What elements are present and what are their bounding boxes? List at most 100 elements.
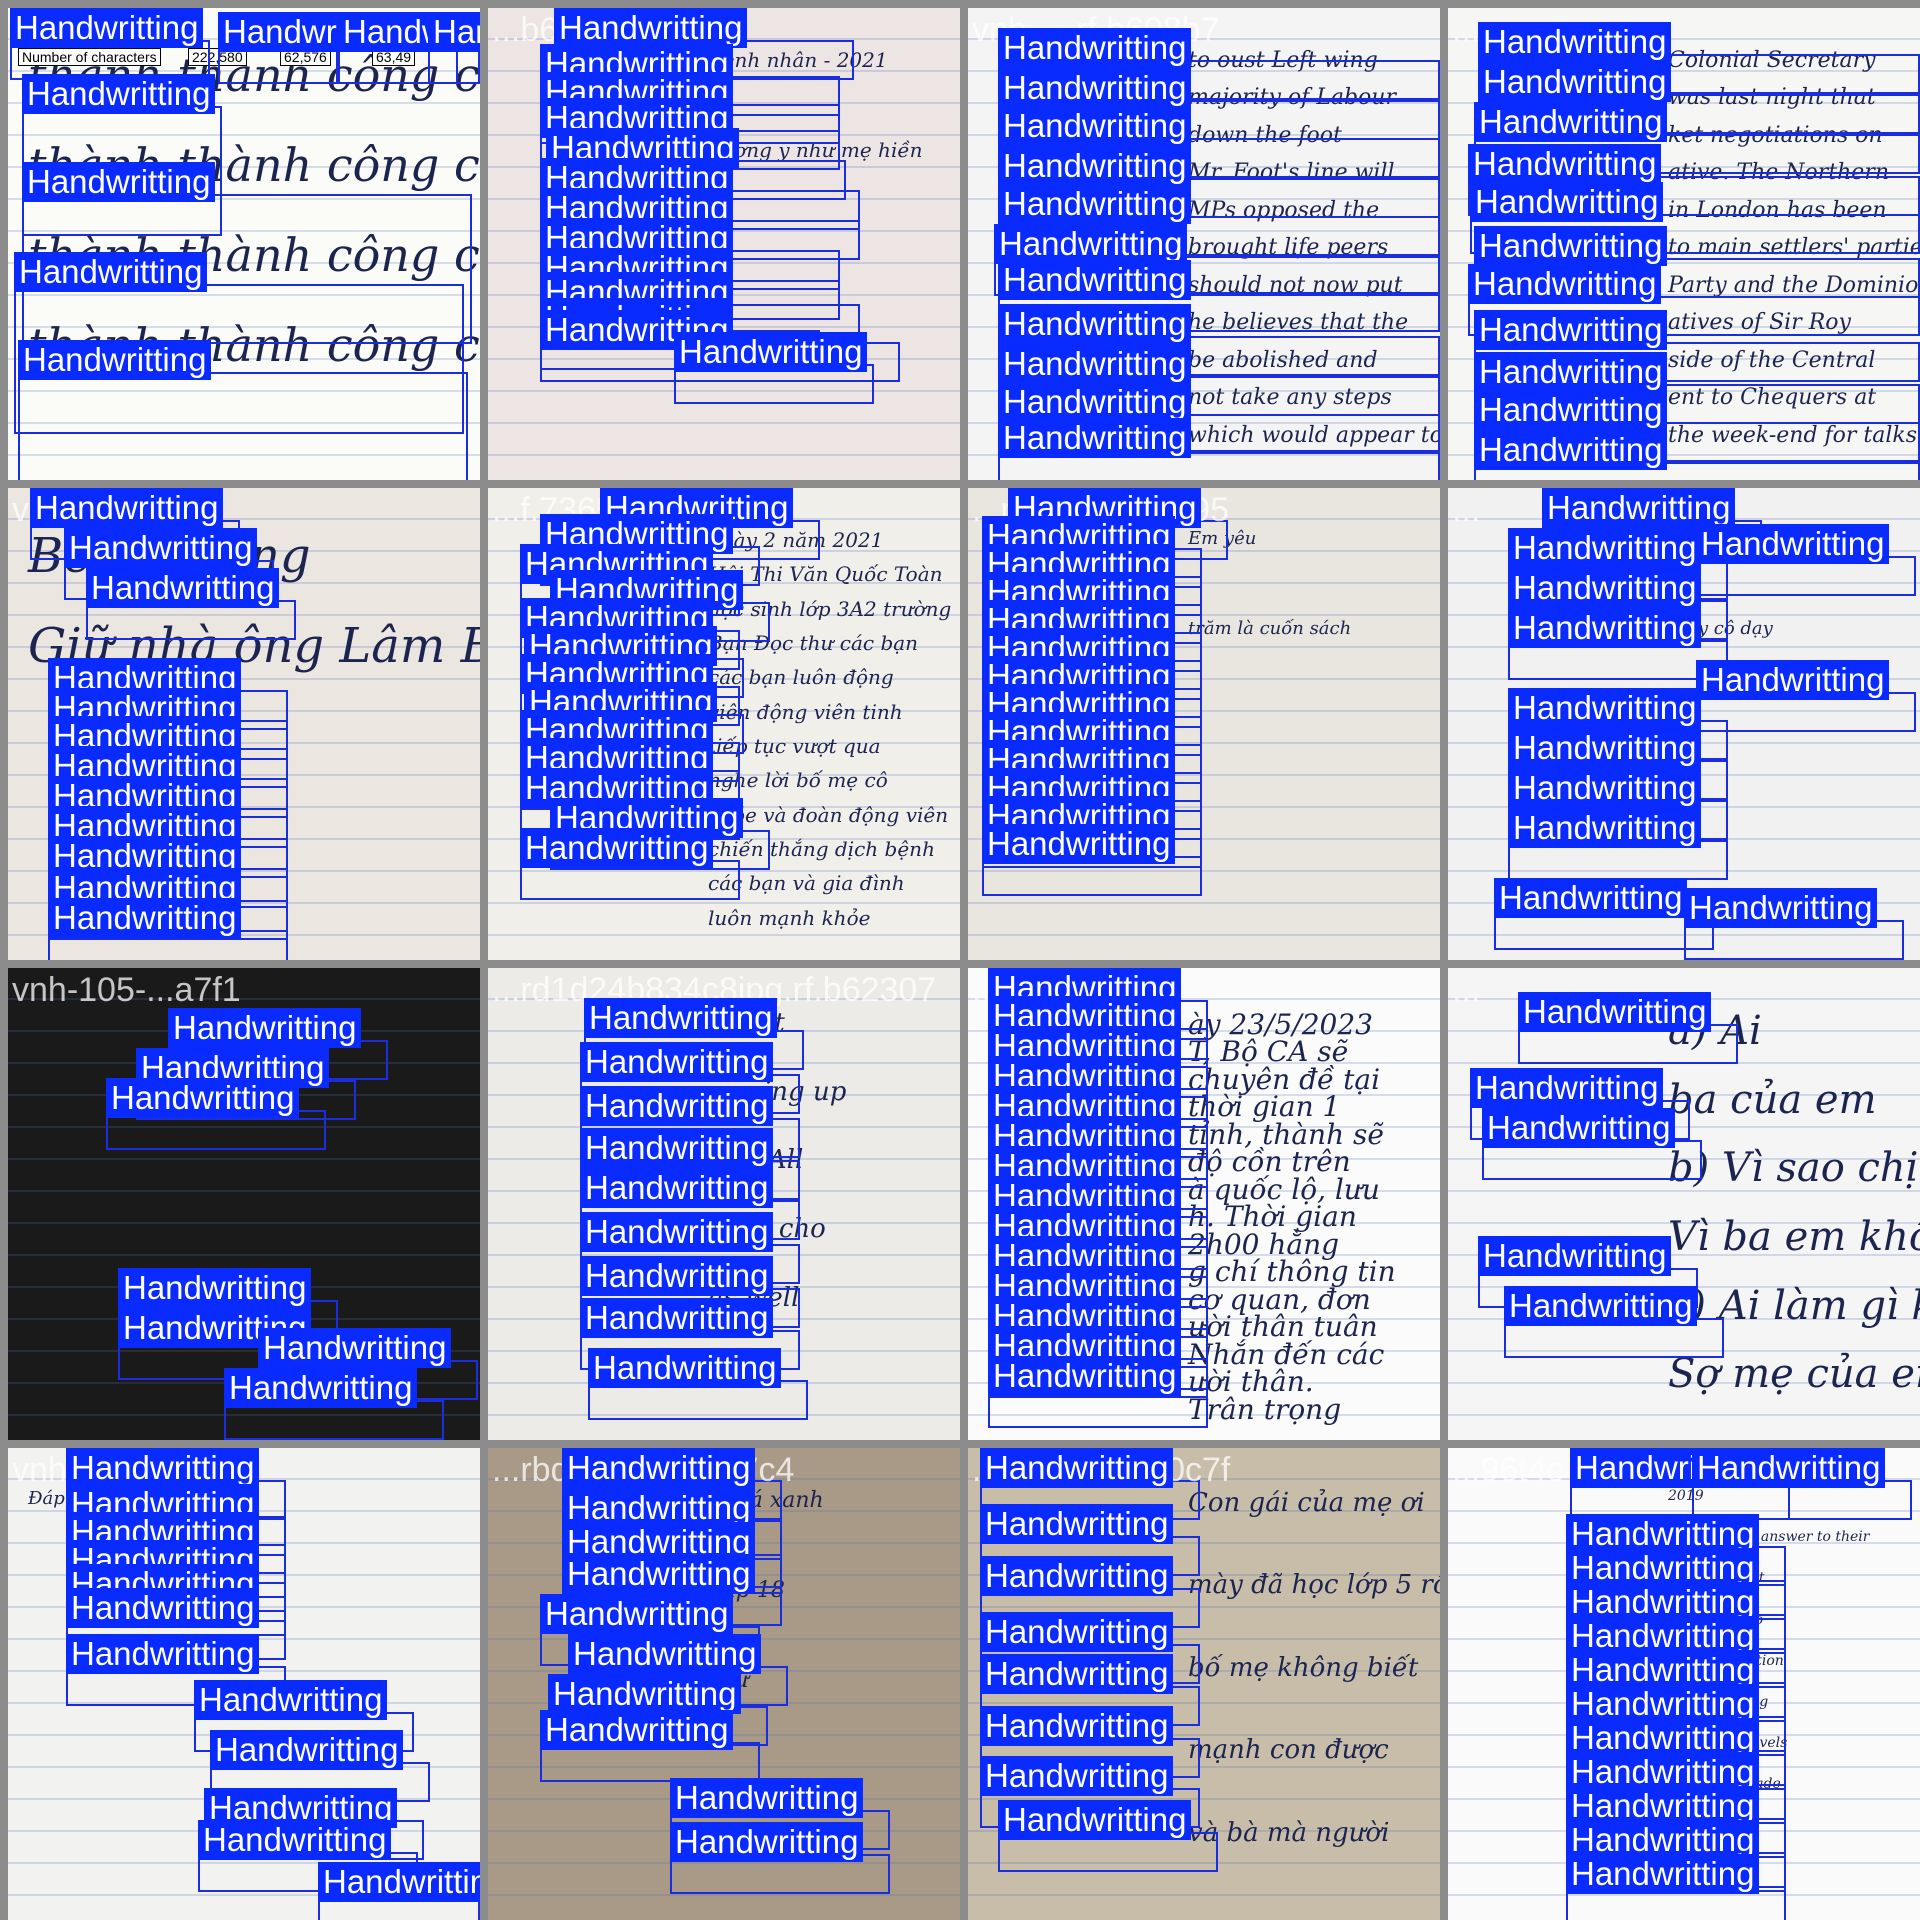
handwriting-line: ba của em xyxy=(1668,1076,1877,1123)
class-label: Handwritting xyxy=(1542,488,1736,528)
mosaic-tile: 2019Answered in answer to theirwhat is d… xyxy=(1448,1448,1920,1920)
ruled-line xyxy=(968,934,1440,936)
class-label: Handwritting xyxy=(998,184,1192,224)
class-label: Handwritting xyxy=(1508,528,1702,568)
class-label: Handwritting xyxy=(580,1168,774,1208)
class-label: Handwritting xyxy=(994,224,1188,264)
class-label: Handwritting xyxy=(580,1086,774,1126)
class-label: Handwritting xyxy=(106,1078,300,1118)
class-label: Handwritting xyxy=(14,252,208,292)
tile-filename: ...96t4c xyxy=(1452,1451,1564,1489)
class-label: Handwritting xyxy=(580,1298,774,1338)
class-label: Handwritting xyxy=(66,1588,260,1628)
class-label: Handwritting xyxy=(562,1448,756,1488)
class-label: Handwritting xyxy=(674,332,868,372)
class-label: Handwritting xyxy=(1482,1108,1676,1148)
class-label: Handwritting xyxy=(998,68,1192,108)
class-label: Handwritting xyxy=(1684,888,1878,928)
annotation-mosaic: thành thành công côngthành thành công cô… xyxy=(0,0,1920,1920)
class-label: Handwritting xyxy=(1508,808,1702,848)
class-label: Handwritting xyxy=(1508,768,1702,808)
handwriting-line: mạnh con được xyxy=(1188,1735,1389,1766)
class-label: Handwritting xyxy=(22,162,216,202)
mosaic-tile: Bệnh nhân - 2021 Lương y như mẹ hiền Handw… xyxy=(488,8,960,480)
class-label: Handwritting xyxy=(980,1756,1174,1796)
class-label: Handwritting xyxy=(1494,878,1688,918)
class-label: Handwritting xyxy=(520,828,714,868)
class-label: Handwritting xyxy=(980,1448,1174,1488)
class-label: Handwritting xyxy=(1474,352,1668,392)
ruled-line xyxy=(8,1254,480,1256)
ruled-line xyxy=(968,1894,1440,1896)
handwriting-line: Vì ba em không sợ gì hết xyxy=(1668,1214,1920,1260)
mosaic-tile: Handwritting Handwritting Handwritting Hand… xyxy=(8,968,480,1440)
tile-filename: ... xyxy=(1452,11,1481,49)
class-label: Handwritting xyxy=(988,1356,1182,1396)
class-label: Handwritting xyxy=(540,1594,734,1634)
class-label: Handwritting xyxy=(48,898,242,938)
mosaic-tile: Đáp ThểHandwrittingHandwrittingHandwritt… xyxy=(8,1448,480,1920)
class-label: Handwritting xyxy=(1508,568,1702,608)
ruled-line xyxy=(488,934,960,936)
class-label: Handwritting xyxy=(1508,608,1702,648)
handwriting-line: Con gái của mẹ ơi xyxy=(1188,1488,1425,1518)
class-label: Handwritting xyxy=(548,1674,742,1714)
ruled-line xyxy=(488,454,960,456)
handwriting-line: b) Vì sao chị xem ai sở như hùng? xyxy=(1668,1145,1920,1192)
handwriting-line: mày đã học lớp 5 rồi xyxy=(1188,1570,1440,1601)
class-label: Handwritting xyxy=(980,1612,1174,1652)
class-label: Handwritting xyxy=(580,1128,774,1168)
class-label: Handwritting xyxy=(224,1368,418,1408)
class-label: Handwritting xyxy=(998,382,1192,422)
class-label: Handwritting xyxy=(30,488,224,528)
class-label: Handwritting xyxy=(980,1654,1174,1694)
class-label: Handwritting xyxy=(10,8,204,48)
class-label: Handwritting xyxy=(210,1730,404,1770)
class-label: Handwritting xyxy=(998,344,1192,384)
mosaic-tile: ngày 2 năm 2021 Hội Thi Văn Quốc Toàn học … xyxy=(488,488,960,960)
class-label: Handwritting xyxy=(1474,310,1668,350)
class-label: Handwritting xyxy=(670,1778,864,1818)
class-label: Handwritting xyxy=(1474,390,1668,430)
mosaic-tile: thành thành công côngthành thành công cô… xyxy=(8,8,480,480)
bounding-box xyxy=(18,372,468,480)
class-label: Handwritting xyxy=(980,1556,1174,1596)
class-label: Handwritting xyxy=(1478,62,1672,102)
class-label: Handwritting xyxy=(1518,992,1712,1032)
class-label: Handwritting xyxy=(1474,226,1668,266)
class-label: Handwritting xyxy=(64,528,258,568)
class-label: Handwritting xyxy=(998,28,1192,68)
handwriting-line: bố mẹ không biết xyxy=(1188,1652,1419,1683)
class-label: Handwritting xyxy=(1696,524,1890,564)
class-label: Handwritting xyxy=(554,8,748,48)
class-label: Handwritting xyxy=(580,1212,774,1252)
class-label: Handwritting xyxy=(980,1706,1174,1746)
class-label: Handwritting xyxy=(1508,688,1702,728)
class-label: Handwritting xyxy=(1696,660,1890,700)
class-label: Handwritting xyxy=(428,12,480,52)
class-label: Handwritting xyxy=(22,74,216,114)
ruled-line xyxy=(968,902,1440,904)
class-label: Handwritting xyxy=(998,260,1192,300)
class-label: Handwritting xyxy=(980,1504,1174,1544)
class-label: Handwritting xyxy=(168,1008,362,1048)
mosaic-tile: Lá lá xanhTập 18chữHandwrittingHandwritt… xyxy=(488,1448,960,1920)
class-label: Handwritting xyxy=(998,304,1192,344)
class-label: Handwritting xyxy=(1468,144,1662,184)
ruled-line xyxy=(8,1222,480,1224)
mosaic-tile: Bến thươngGiữ nhà ông Lâm BiênHandwritti… xyxy=(8,488,480,960)
handwriting-line: khỏe và đoàn động viên xyxy=(708,802,949,827)
class-label: Handwritting xyxy=(1508,728,1702,768)
mosaic-tile: to oust Left-wing majority of Labour down … xyxy=(968,8,1440,480)
class-label: Handwritting xyxy=(1478,1236,1672,1276)
class-label: Handwritting xyxy=(584,998,778,1038)
class-label: Handwritting xyxy=(86,568,280,608)
mosaic-tile: a) Aiba của emb) Vì sao chị xem ai sở nh… xyxy=(1448,968,1920,1440)
class-label: Handwritting xyxy=(568,1634,762,1674)
mosaic-tile: em học bàithầy cô dạyHandwrittingHandwri… xyxy=(1448,488,1920,960)
handwriting-line: luôn mạnh khỏe xyxy=(708,905,871,930)
class-label: Handwritting xyxy=(670,1822,864,1862)
class-label: Handwritting xyxy=(998,418,1192,458)
class-label: Handwritting xyxy=(580,1042,774,1082)
mosaic-tile: Em yêu trăm là cuốn sách Handwritting Handw… xyxy=(968,488,1440,960)
